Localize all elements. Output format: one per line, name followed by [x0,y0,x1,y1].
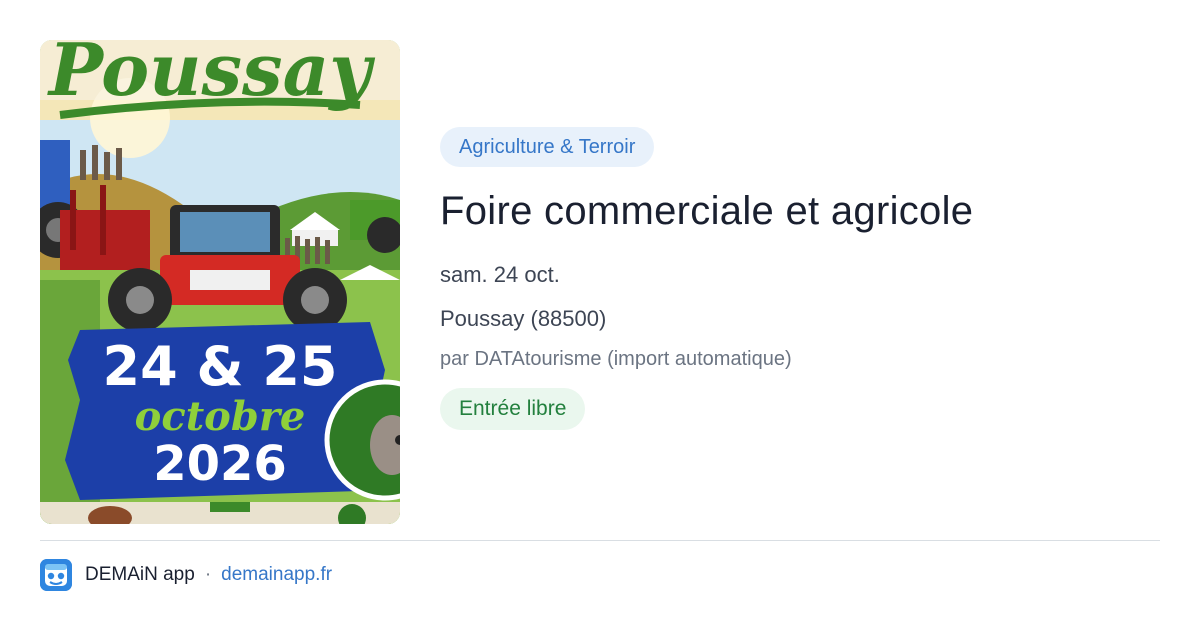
footer-separator: · [204,564,212,585]
price-badge: Entrée libre [440,388,586,430]
event-location: Poussay (88500) [440,306,607,331]
event-info: Agriculture & Terroir Foire commerciale … [440,127,1160,430]
poster-date-line2: octobre [135,393,306,440]
event-poster-image[interactable]: Poussay 24 & 25 octobre 2026 [40,40,400,524]
event-title[interactable]: Foire commerciale et agricole [440,189,1160,233]
app-logo-icon[interactable] [40,559,72,591]
site-link[interactable]: demainapp.fr [221,564,332,586]
event-source: par DATAtourisme (import automatique) [440,348,792,370]
category-badge[interactable]: Agriculture & Terroir [440,127,655,167]
app-name[interactable]: DEMAiN app [85,564,195,586]
event-date: sam. 24 oct. [440,262,560,287]
poster-date-line3: 2026 [153,436,287,492]
footer: DEMAiN app · demainapp.fr [40,558,332,592]
footer-divider [40,540,1160,541]
poster-date-line1: 24 & 25 [103,335,338,398]
